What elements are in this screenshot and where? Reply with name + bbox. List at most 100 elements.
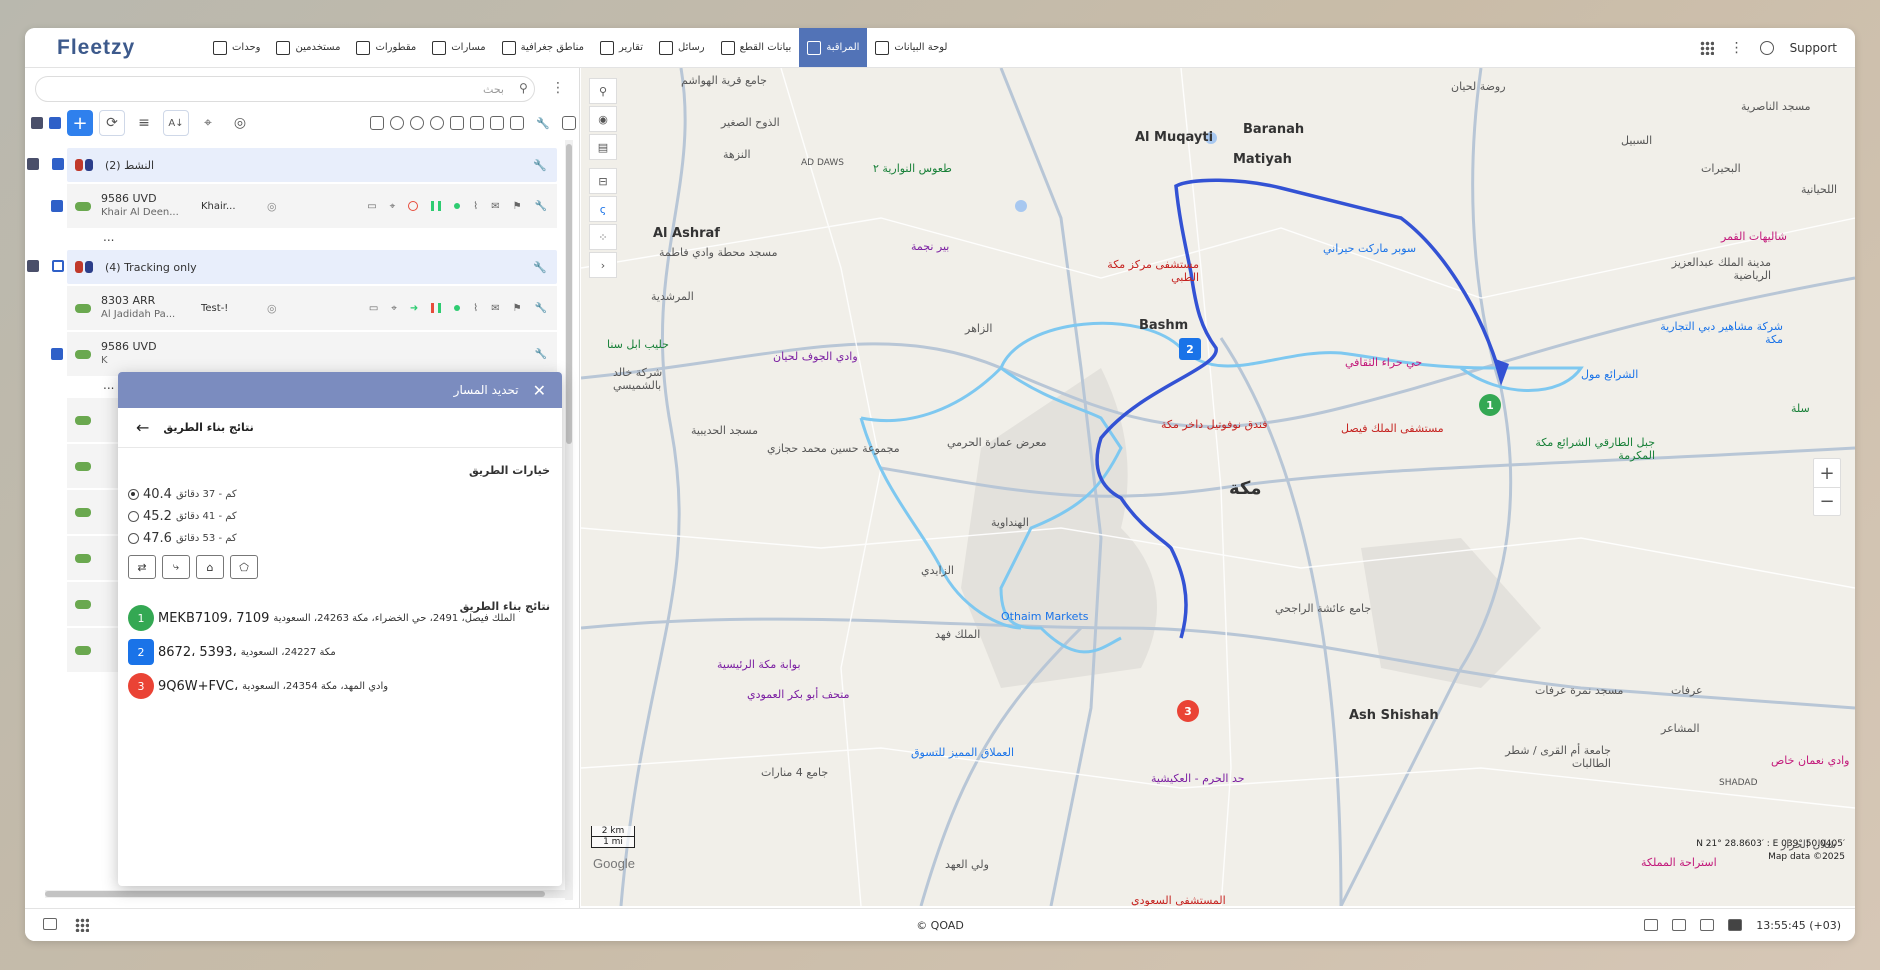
map-view[interactable]: Al Muqayti Baranah Matiyah Al Ashraf Bas… [581, 68, 1855, 906]
add-button[interactable]: + [67, 110, 93, 136]
bus-icon [213, 40, 227, 55]
flag-icon[interactable]: ⚑ [513, 201, 522, 212]
target-icon[interactable] [390, 116, 404, 130]
search-icon[interactable]: ⚲ [519, 81, 528, 95]
panel-toggle-icon[interactable] [43, 918, 57, 930]
search-input[interactable]: بحث [35, 76, 535, 102]
nav-item-6[interactable]: مسارات [424, 28, 493, 67]
list-scrollbar-vertical[interactable] [565, 140, 573, 900]
group-collapse-checkbox[interactable] [27, 260, 39, 272]
image-icon[interactable] [470, 116, 484, 130]
route-marker-mid[interactable]: 2 [1179, 338, 1201, 360]
group-select-checkbox[interactable] [52, 158, 64, 170]
nav-item-4[interactable]: تقارير [592, 28, 651, 67]
zoom-in-button[interactable]: + [1814, 459, 1840, 487]
list-more[interactable]: ... [103, 230, 565, 248]
more-vertical-icon[interactable]: ⋮ [1730, 40, 1744, 56]
more-vertical-icon[interactable]: ⋮ [551, 80, 565, 96]
waypoint-badge: 3 [128, 673, 154, 699]
user-icon[interactable] [1759, 40, 1774, 55]
group-row-active[interactable]: النشط (2) 🔧 [27, 148, 557, 182]
route-result[interactable]: 3 9Q6W+FVC، وادي المهد، مكة 24354، السعو… [118, 669, 562, 703]
route-add-icon[interactable]: ⤷ [162, 555, 190, 579]
arrow-circle-icon[interactable] [410, 116, 424, 130]
unit-row[interactable]: 9586 UVD K 🔧 [51, 332, 557, 376]
route-option-radio[interactable] [128, 488, 139, 500]
map-label: المشاعر [1661, 722, 1700, 735]
eye-icon[interactable]: ◉ [589, 106, 617, 132]
nav-item-9[interactable]: وحدات [205, 28, 268, 67]
group-select-checkbox[interactable] [52, 260, 64, 272]
wrench-icon[interactable]: 🔧 [533, 159, 547, 172]
car-icon [75, 415, 91, 425]
map-label: بوابة مكة الرئيسية [717, 658, 801, 671]
route-option[interactable]: 47.6 كم - 53 دقائق [118, 527, 562, 549]
wrench-icon[interactable]: 🔧 [535, 349, 547, 360]
map-search-icon[interactable]: ⚲ [589, 78, 617, 104]
layers-icon[interactable]: ▤ [589, 134, 617, 160]
chevron-right-icon[interactable]: › [589, 252, 617, 278]
steering-wheel-icon[interactable]: ◎ [227, 110, 253, 136]
apps-grid-icon[interactable] [1699, 40, 1714, 55]
unit-checkbox[interactable] [51, 348, 63, 360]
list-icon[interactable]: ≡ [131, 110, 157, 136]
group-row-tracking[interactable]: (4) Tracking only 🔧 [27, 250, 557, 284]
polygon-icon[interactable]: ⬠ [230, 555, 258, 579]
map-data-attribution[interactable]: Map data ©2025 [1696, 851, 1845, 864]
collapse-all-checkbox[interactable] [31, 117, 43, 129]
mail-icon[interactable]: ✉ [491, 201, 499, 212]
image-icon[interactable] [1700, 919, 1715, 931]
wrench-icon[interactable]: 🔧 [535, 201, 547, 212]
close-icon[interactable]: ✕ [533, 381, 546, 400]
unit-row[interactable]: 9586 UVD Khair Al Deen... Khair... ◎ ▭ ⌖… [51, 184, 557, 228]
sms-icon[interactable] [490, 116, 504, 130]
apps-grid-icon[interactable] [75, 918, 89, 932]
location-pin-icon[interactable]: ⌖ [195, 110, 221, 136]
geofence-icon[interactable]: ⌂ [196, 555, 224, 579]
route-option[interactable]: 45.2 كم - 41 دقائق [118, 505, 562, 527]
mail-icon[interactable] [1672, 919, 1687, 931]
app-logo[interactable]: Fleetzy [25, 36, 205, 60]
support-link[interactable]: Support [1790, 41, 1837, 55]
nav-item-3[interactable]: رسائل [651, 28, 713, 67]
signal-icon[interactable] [430, 116, 444, 130]
nav-item-0[interactable]: لوحة البيانات [867, 28, 955, 67]
route-option-radio[interactable] [128, 510, 139, 522]
nav-item-1[interactable]: المراقبة [799, 28, 868, 67]
nav-item-5[interactable]: مناطق جغرافية [494, 28, 592, 67]
route-option[interactable]: 40.4 كم - 37 دقائق [118, 483, 562, 505]
mail-icon[interactable]: ✉ [491, 303, 499, 314]
group-collapse-checkbox[interactable] [27, 158, 39, 170]
select-all-checkbox[interactable] [49, 117, 61, 129]
wrench-icon[interactable]: 🔧 [533, 261, 547, 274]
wrench-icon[interactable]: 🔧 [530, 110, 556, 136]
route-option-radio[interactable] [128, 532, 139, 544]
list-scrollbar-horizontal[interactable] [45, 890, 565, 898]
keyboard-icon[interactable] [1728, 919, 1743, 931]
sort-icon[interactable]: A↓ [163, 110, 189, 136]
route-result[interactable]: 2 8672، 5393، مكة 24227، السعودية [118, 635, 562, 669]
wrench-icon[interactable]: 🔧 [535, 303, 547, 314]
refresh-icon[interactable]: ⟳ [99, 110, 125, 136]
share-icon[interactable]: ⇄ [128, 555, 156, 579]
messages-icon[interactable] [1644, 919, 1659, 931]
target-icon[interactable]: ⌖ [391, 303, 397, 314]
target-icon[interactable]: ⌖ [390, 201, 396, 212]
unit-row[interactable]: 8303 ARR Al Jadidah Pa... Test-! ◎ ▭ ⌖ ➜… [67, 286, 557, 330]
route-icon[interactable]: ς [589, 196, 617, 222]
unit-checkbox[interactable] [51, 200, 63, 212]
flag-icon[interactable]: ⚑ [513, 303, 522, 314]
ruler-icon[interactable]: ⊟ [589, 168, 617, 194]
route-marker-end[interactable]: 3 [1177, 700, 1199, 722]
monitor-icon[interactable] [450, 116, 464, 130]
add-note-icon[interactable] [510, 116, 524, 130]
waypoints-icon[interactable]: ⁘ [589, 224, 617, 250]
clipboard-icon[interactable] [562, 116, 576, 130]
route-marker-start[interactable]: 1 [1479, 394, 1501, 416]
nav-item-7[interactable]: مقطورات [348, 28, 424, 67]
nav-item-2[interactable]: بيانات القطع [713, 28, 800, 67]
nav-item-8[interactable]: مستخدمين [268, 28, 348, 67]
back-arrow-icon[interactable]: ← [136, 418, 149, 437]
trailer-icon[interactable] [370, 116, 384, 130]
zoom-out-button[interactable]: − [1814, 487, 1840, 515]
